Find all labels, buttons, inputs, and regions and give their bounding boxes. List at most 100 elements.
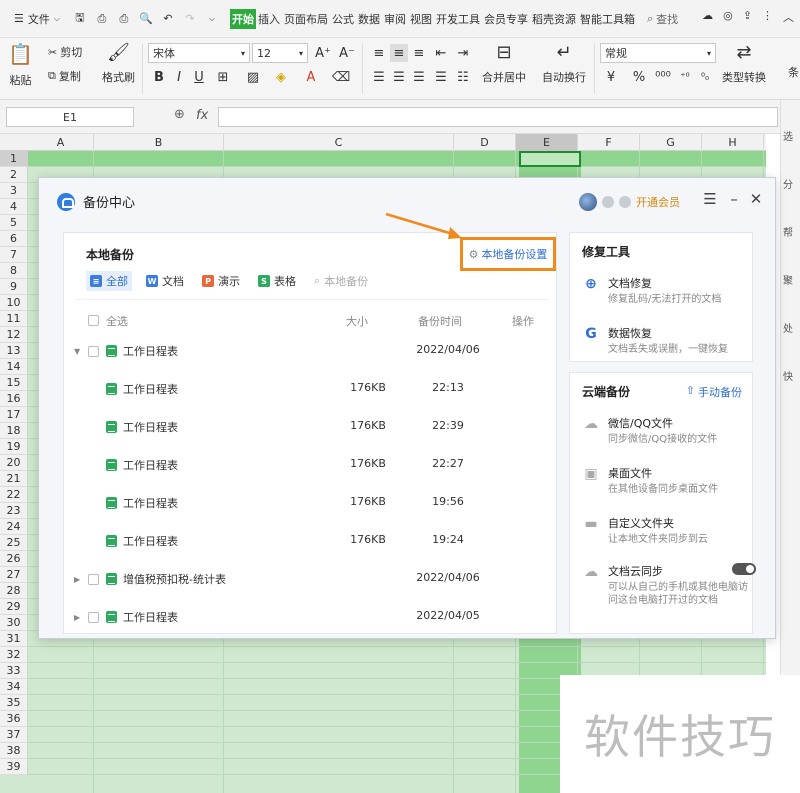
row-header-18[interactable]: 18	[0, 423, 28, 439]
align-top-icon[interactable]: ≡	[370, 44, 388, 62]
font-color-icon[interactable]: A	[302, 68, 320, 86]
file-menu[interactable]: ☰ 文件 ⌵	[8, 11, 66, 27]
row-header-12[interactable]: 12	[0, 327, 28, 343]
task-pane-item-2[interactable]: 帮	[783, 224, 793, 239]
tab-0[interactable]: 开始	[229, 8, 256, 29]
zoom-icon[interactable]: ⊕	[174, 107, 185, 122]
row-header-25[interactable]: 25	[0, 535, 28, 551]
row-header-33[interactable]: 33	[0, 663, 28, 679]
tab-9[interactable]: 稻壳资源	[530, 9, 578, 29]
file-row[interactable]: 工作日程表 176KB 22:27	[64, 457, 558, 477]
tab-5[interactable]: 审阅	[382, 9, 408, 29]
task-pane-item-3[interactable]: 聚	[783, 272, 793, 287]
row-header-27[interactable]: 27	[0, 567, 28, 583]
row-header-35[interactable]: 35	[0, 695, 28, 711]
row-checkbox[interactable]	[88, 574, 99, 585]
file-row[interactable]: 工作日程表 176KB 22:39	[64, 419, 558, 439]
cloud-sync-toggle[interactable]	[732, 563, 756, 575]
indent-right-icon[interactable]: ⇥	[454, 44, 472, 62]
task-pane-item-5[interactable]: 快	[783, 368, 793, 383]
decrease-font-icon[interactable]: A⁻	[338, 44, 356, 62]
task-pane-item-1[interactable]: 分	[783, 176, 793, 191]
row-header-39[interactable]: 39	[0, 759, 28, 775]
merge-center-button[interactable]: ⊟ 合并居中	[482, 42, 526, 85]
row-header-2[interactable]: 2	[0, 167, 28, 183]
row-header-23[interactable]: 23	[0, 503, 28, 519]
tab-8[interactable]: 会员专享	[482, 9, 530, 29]
highlight-icon[interactable]: ◈	[272, 68, 290, 86]
row-header-6[interactable]: 6	[0, 231, 28, 247]
user-icon[interactable]: ◎	[723, 9, 733, 25]
row-header-5[interactable]: 5	[0, 215, 28, 231]
row-header-16[interactable]: 16	[0, 391, 28, 407]
font-size-select[interactable]: 12 ▾	[252, 43, 308, 63]
search-box[interactable]: ⌕ 查找	[647, 11, 678, 27]
increase-decimal-icon[interactable]: ⁺⁰	[676, 68, 694, 86]
expand-down-icon[interactable]: ▼	[74, 347, 80, 356]
file-row[interactable]: 工作日程表 176KB 22:13	[64, 381, 558, 401]
align-bottom-icon[interactable]: ≡	[410, 44, 428, 62]
align-right-icon[interactable]: ☰	[410, 68, 428, 86]
task-pane-item-4[interactable]: 处	[783, 320, 793, 335]
name-box[interactable]: E1	[6, 107, 134, 127]
file-row[interactable]: ▶ 增值税预扣税-统计表 2022/04/06	[64, 571, 558, 591]
row-header-38[interactable]: 38	[0, 743, 28, 759]
row-header-9[interactable]: 9	[0, 279, 28, 295]
row-header-24[interactable]: 24	[0, 519, 28, 535]
fill-color-icon[interactable]: ▨	[244, 68, 262, 86]
font-name-select[interactable]: 宋体 ▾	[148, 43, 250, 63]
row-header-3[interactable]: 3	[0, 183, 28, 199]
thousands-icon[interactable]: ⁰⁰⁰	[654, 68, 672, 86]
row-header-15[interactable]: 15	[0, 375, 28, 391]
document-repair-item[interactable]: ⊕ 文档修复 修复乱码/无法打开的文档	[582, 275, 750, 306]
tab-4[interactable]: 数据	[356, 9, 382, 29]
print-icon[interactable]: ⎙	[114, 9, 134, 29]
row-header-34[interactable]: 34	[0, 679, 28, 695]
more-icon[interactable]: ⋮	[762, 9, 773, 25]
cut-button[interactable]: ✂ 剪切	[48, 44, 82, 60]
underline-icon[interactable]: U	[190, 68, 208, 86]
fx-icon[interactable]: fx	[196, 108, 208, 123]
column-header-b[interactable]: B	[94, 134, 224, 151]
collapse-ribbon-icon[interactable]: ︿	[783, 9, 794, 25]
expand-right-icon[interactable]: ▶	[74, 613, 80, 622]
row-header-4[interactable]: 4	[0, 199, 28, 215]
open-membership-link[interactable]: 开通会员	[636, 194, 680, 210]
row-header-7[interactable]: 7	[0, 247, 28, 263]
wrap-text-button[interactable]: ↵ 自动换行	[542, 42, 586, 85]
undo-icon[interactable]: ↶	[158, 9, 178, 29]
row-header-21[interactable]: 21	[0, 471, 28, 487]
column-header-c[interactable]: C	[224, 134, 454, 151]
indent-left-icon[interactable]: ⇤	[432, 44, 450, 62]
column-header-h[interactable]: H	[702, 134, 764, 151]
align-middle-icon[interactable]: ≡	[390, 44, 408, 62]
tab-2[interactable]: 页面布局	[282, 9, 330, 29]
tab-3[interactable]: 公式	[330, 9, 356, 29]
border-icon[interactable]: ⊞	[214, 68, 232, 86]
increase-font-icon[interactable]: A⁺	[314, 44, 332, 62]
close-icon[interactable]: ✕	[747, 190, 765, 208]
paste-button[interactable]: 📋 粘贴	[8, 42, 33, 88]
tab-1[interactable]: 插入	[256, 9, 282, 29]
row-header-19[interactable]: 19	[0, 439, 28, 455]
row-header-26[interactable]: 26	[0, 551, 28, 567]
row-checkbox[interactable]	[88, 346, 99, 357]
desktop-files-item[interactable]: ▣ 桌面文件 在其他设备同步桌面文件	[582, 465, 750, 496]
clear-format-icon[interactable]: ⌫	[332, 68, 350, 86]
tab-7[interactable]: 开发工具	[434, 9, 482, 29]
row-header-36[interactable]: 36	[0, 711, 28, 727]
formula-input[interactable]	[218, 107, 778, 127]
file-row[interactable]: ▶ 工作日程表 2022/04/05	[64, 609, 558, 629]
wechat-qq-files-item[interactable]: ☁ 微信/QQ文件 同步微信/QQ接收的文件	[582, 415, 750, 446]
file-row[interactable]: 工作日程表 176KB 19:56	[64, 495, 558, 515]
row-header-37[interactable]: 37	[0, 727, 28, 743]
row-header-30[interactable]: 30	[0, 615, 28, 631]
save-icon[interactable]: 🖫	[70, 9, 90, 29]
data-recovery-item[interactable]: G 数据恢复 文档丢失或误删，一键恢复	[582, 325, 750, 356]
row-header-11[interactable]: 11	[0, 311, 28, 327]
conditional-format-button[interactable]: 条	[788, 64, 799, 80]
print-preview-icon[interactable]: 🔍	[136, 9, 156, 29]
export-pdf-icon[interactable]: ⎙	[92, 9, 112, 29]
local-backup-settings-button[interactable]: ⚙ 本地备份设置	[460, 237, 556, 271]
number-format-select[interactable]: 常规 ▾	[600, 43, 716, 63]
